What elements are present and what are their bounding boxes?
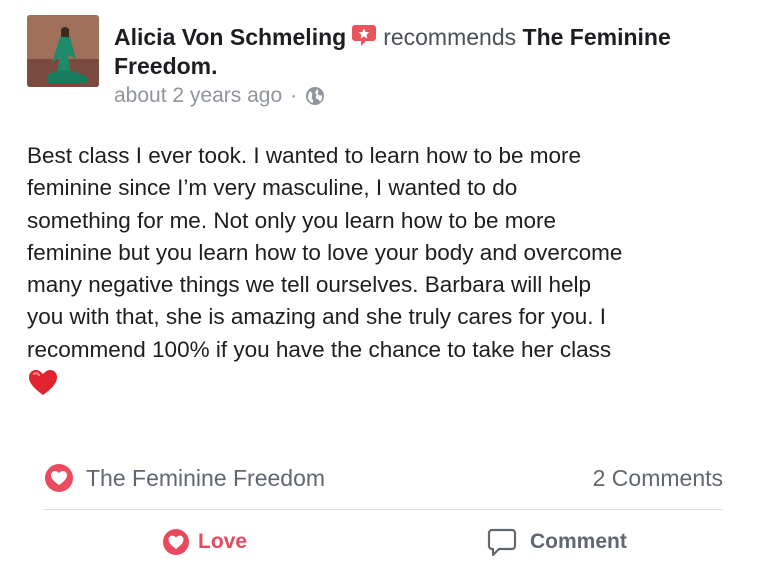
love-reaction-icon — [45, 464, 73, 492]
recommendation-badge-icon — [352, 25, 377, 46]
post-header: Alicia Von Schmeling recommends The Femi… — [114, 22, 734, 81]
red-heart-icon — [29, 370, 57, 395]
meta-separator: · — [290, 84, 298, 107]
footer-page-link[interactable]: The Feminine Freedom — [44, 463, 325, 493]
love-icon — [163, 529, 189, 555]
footer-page-name: The Feminine Freedom — [86, 464, 326, 491]
author-name-link[interactable]: Alicia Von Schmeling — [114, 24, 346, 50]
comment-label: Comment — [530, 530, 627, 553]
globe-icon[interactable] — [305, 86, 325, 106]
timestamp[interactable]: about 2 years ago — [114, 84, 282, 108]
divider — [44, 509, 723, 510]
comment-button[interactable]: Comment — [486, 522, 627, 562]
recommends-text: recommends — [383, 24, 517, 50]
post-body: Best class I ever took. I wanted to lear… — [27, 143, 623, 362]
love-button[interactable]: Love — [162, 522, 247, 562]
post-footer: The Feminine Freedom 2 Comments — [44, 462, 723, 494]
author-avatar[interactable] — [27, 15, 99, 87]
action-bar: Love Comment — [44, 522, 723, 562]
post-meta: about 2 years ago · — [114, 84, 325, 108]
page-name-link-continued[interactable]: Freedom. — [114, 53, 218, 79]
comment-bubble-icon — [487, 528, 517, 557]
comments-count-link[interactable]: 2 Comments — [593, 465, 723, 492]
avatar-photo — [27, 15, 99, 87]
love-label: Love — [198, 530, 248, 553]
page-name-link[interactable]: The Feminine — [523, 24, 671, 50]
